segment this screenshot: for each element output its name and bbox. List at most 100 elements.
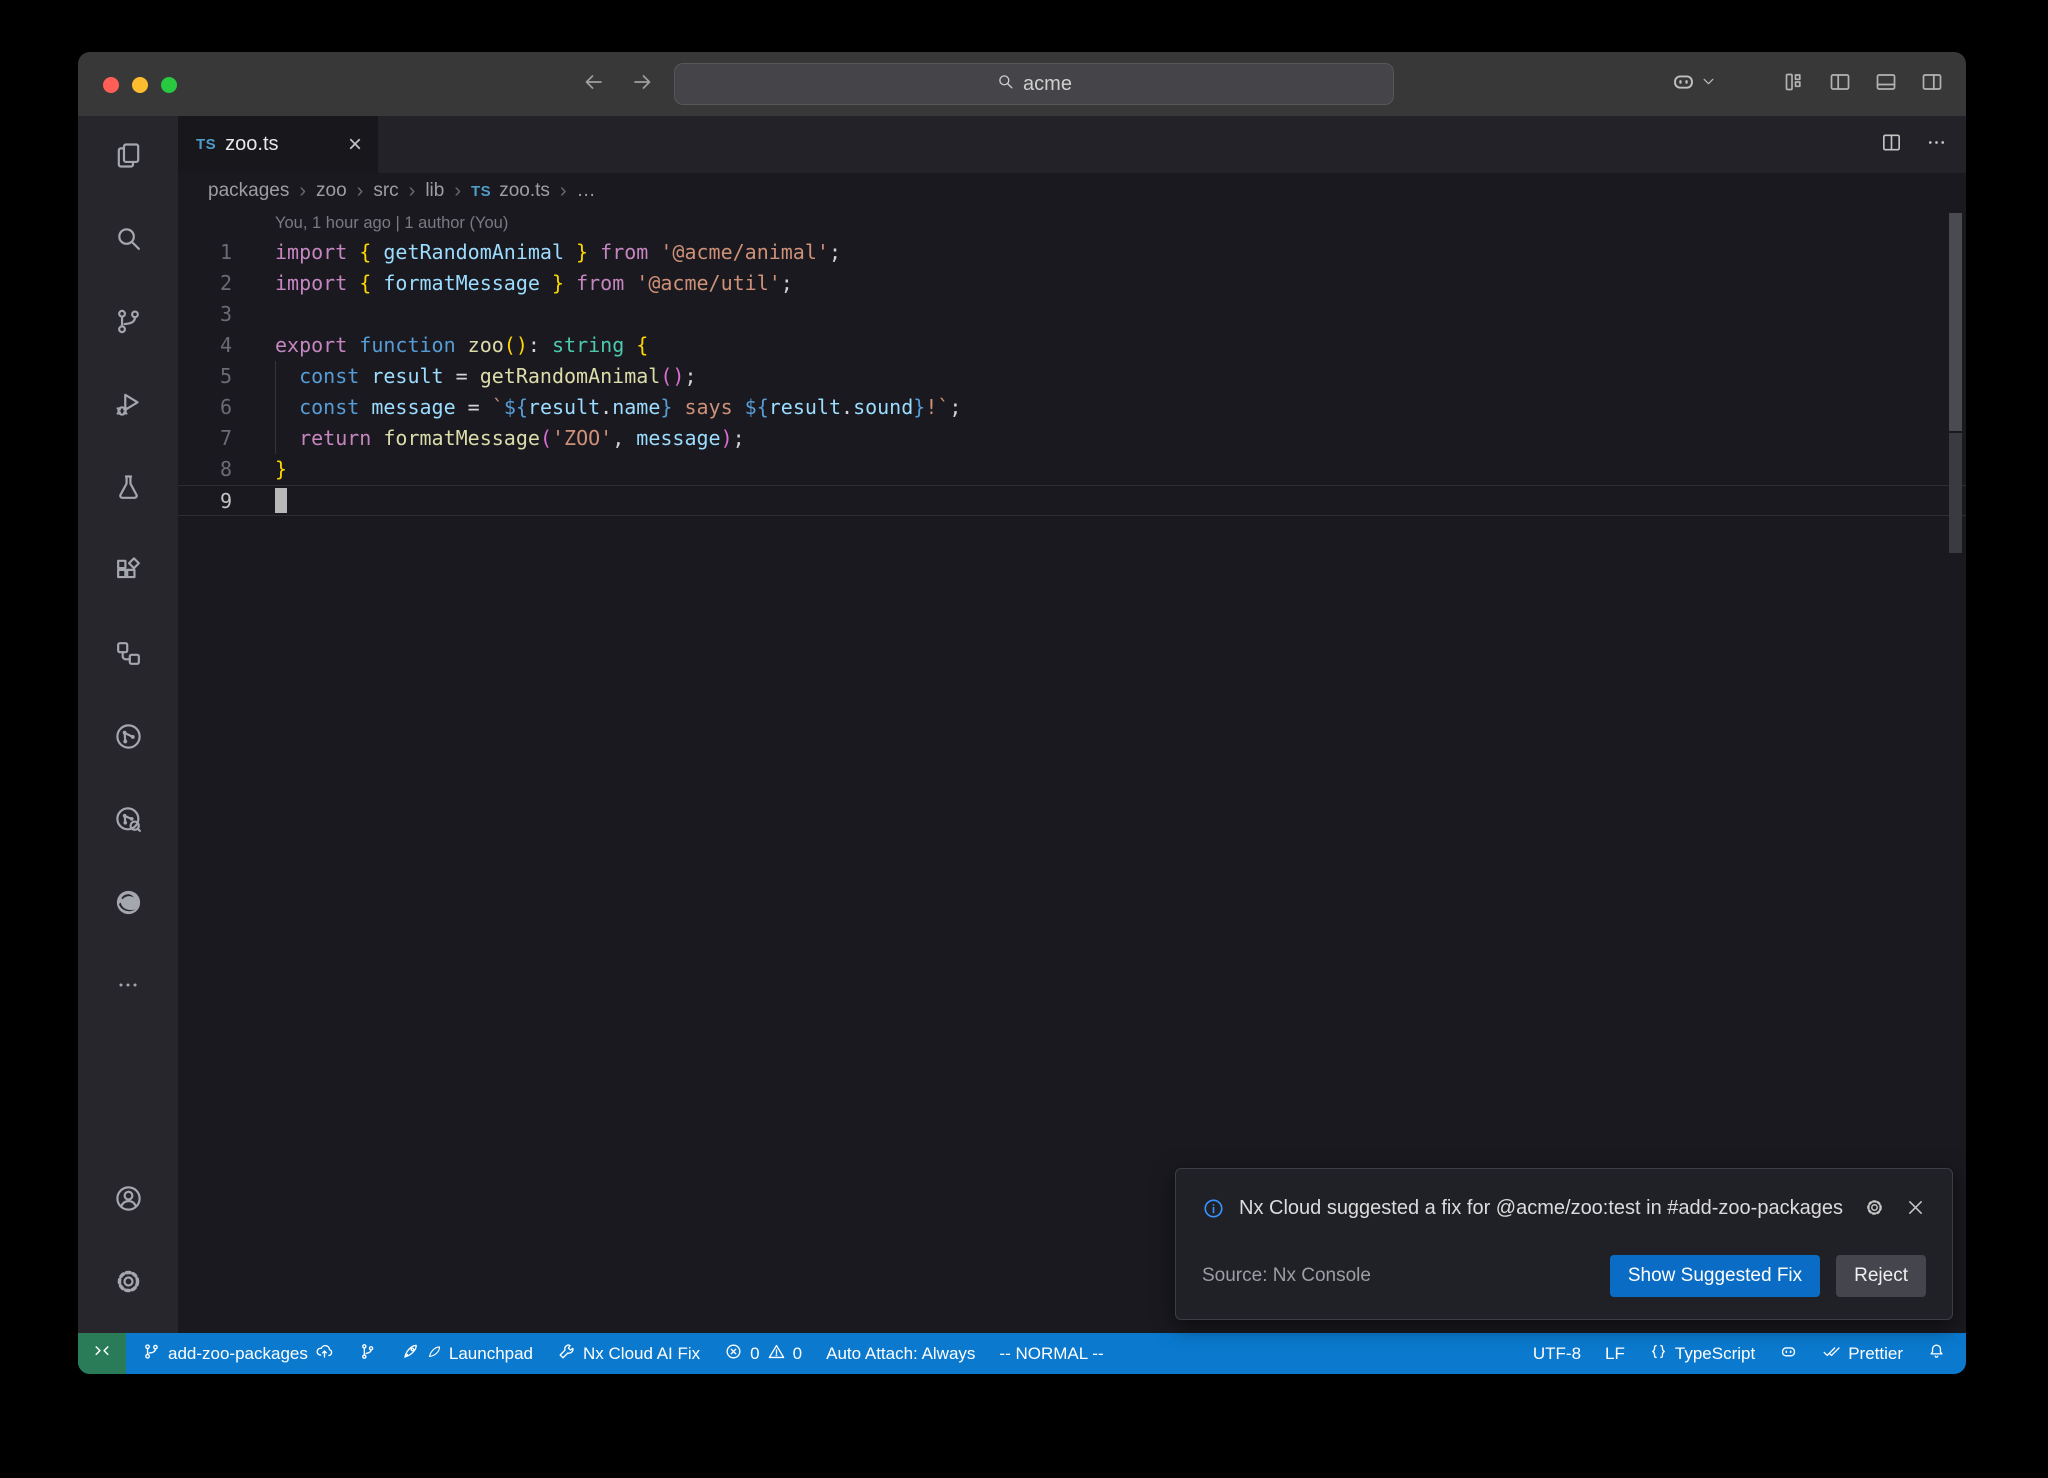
forward-icon[interactable] — [630, 70, 654, 99]
breadcrumb-separator-icon: › — [357, 180, 364, 203]
status-nx-cloud-ai-fix[interactable]: Nx Cloud AI Fix — [547, 1333, 710, 1374]
code-line-1[interactable]: 1import { getRandomAnimal } from '@acme/… — [178, 237, 1966, 268]
code-line-4[interactable]: 4export function zoo(): string { — [178, 330, 1966, 361]
titlebar: acme — [78, 52, 1966, 116]
status-git-branch-item[interactable]: add-zoo-packages — [132, 1333, 344, 1374]
copilot-menu[interactable] — [1670, 68, 1716, 100]
search-value: acme — [1023, 73, 1072, 96]
breadcrumb-file[interactable]: TSzoo.ts — [471, 180, 550, 202]
breadcrumb-item[interactable]: packages — [208, 180, 289, 202]
activity-bar-item-settings[interactable] — [78, 1242, 178, 1325]
show-suggested-fix-button[interactable]: Show Suggested Fix — [1610, 1255, 1820, 1297]
warning-icon — [767, 1342, 786, 1366]
activity-bar-item-nx-project-details[interactable] — [78, 780, 178, 863]
close-tab-icon[interactable]: × — [348, 133, 362, 157]
breadcrumb-item[interactable]: src — [373, 180, 398, 202]
activity-bar-item-extensions[interactable] — [78, 531, 178, 614]
line-number: 5 — [178, 361, 232, 392]
notification-settings-icon[interactable] — [1864, 1197, 1885, 1223]
cloud-upload-icon — [315, 1342, 334, 1366]
reject-button[interactable]: Reject — [1836, 1255, 1926, 1297]
double-check-icon — [1822, 1342, 1841, 1366]
activity-bar-item-source-control[interactable] — [78, 282, 178, 365]
breadcrumb-item[interactable]: lib — [425, 180, 444, 202]
close-window-button[interactable] — [103, 77, 119, 93]
chevron-down-icon — [1701, 74, 1716, 94]
files-icon — [113, 140, 144, 176]
status-vim-mode[interactable]: -- NORMAL -- — [989, 1333, 1113, 1374]
braces-icon — [1649, 1342, 1668, 1366]
account-icon — [113, 1183, 144, 1219]
status-copilot-status[interactable] — [1769, 1333, 1808, 1374]
git-graph-icon — [358, 1342, 377, 1366]
breadcrumb-more[interactable]: … — [577, 180, 596, 202]
notification-close-icon[interactable] — [1905, 1197, 1926, 1223]
status-encoding[interactable]: UTF-8 — [1523, 1333, 1591, 1374]
code-line-6[interactable]: 6 const message = `${result.name} says $… — [178, 392, 1966, 423]
line-number: 3 — [178, 299, 232, 330]
code-line-5[interactable]: 5 const result = getRandomAnimal(); — [178, 361, 1966, 392]
activity-bar-item-accounts[interactable] — [78, 1159, 178, 1242]
minimize-window-button[interactable] — [132, 77, 148, 93]
status-eol[interactable]: LF — [1595, 1333, 1635, 1374]
remote-window-icon — [92, 1341, 112, 1366]
status-language-mode[interactable]: TypeScript — [1639, 1333, 1765, 1374]
traffic-lights — [103, 77, 177, 93]
copilot-icon — [1779, 1342, 1798, 1366]
code-line-8[interactable]: 8} — [178, 454, 1966, 485]
activity-bar-item-edge-browser[interactable] — [78, 863, 178, 946]
activity-bar-item-nx-console[interactable] — [78, 697, 178, 780]
status-bar: add-zoo-packages LaunchpadNx Cloud AI Fix… — [78, 1333, 1966, 1374]
tab-zoo-ts[interactable]: TS zoo.ts × — [178, 116, 378, 173]
rocket-small-icon — [427, 1344, 442, 1364]
status-problems[interactable]: 00 — [714, 1333, 812, 1374]
bell-icon — [1927, 1342, 1946, 1366]
edge-icon — [113, 887, 144, 923]
command-center-search[interactable]: acme — [674, 63, 1394, 105]
code-line-2[interactable]: 2import { formatMessage } from '@acme/ut… — [178, 268, 1966, 299]
notification-toast: Nx Cloud suggested a fix for @acme/zoo:t… — [1175, 1168, 1953, 1320]
info-icon — [1202, 1193, 1225, 1225]
status-launchpad-item[interactable]: Launchpad — [391, 1333, 543, 1374]
tab-label: zoo.ts — [225, 133, 278, 156]
code-line-3[interactable]: 3 — [178, 299, 1966, 330]
nx-icon — [113, 721, 144, 757]
activity-bar-item-remote-explorer[interactable] — [78, 614, 178, 697]
toggle-secondary-sidebar-icon[interactable] — [1920, 70, 1944, 99]
toggle-sidebar-icon[interactable] — [1828, 70, 1852, 99]
breadcrumb: packages›zoo›src›lib›TSzoo.ts›… — [178, 173, 1966, 209]
activity-bar-item-search[interactable] — [78, 199, 178, 282]
status-auto-attach[interactable]: Auto Attach: Always — [816, 1333, 985, 1374]
remote-indicator[interactable] — [78, 1333, 126, 1374]
activity-bar-item-explorer[interactable] — [78, 116, 178, 199]
text-cursor — [275, 488, 287, 513]
search-icon — [996, 72, 1015, 97]
extensions-icon — [113, 555, 144, 591]
editor-scrollbar[interactable] — [1949, 213, 1962, 431]
breadcrumb-item[interactable]: zoo — [316, 180, 347, 202]
toggle-panel-icon[interactable] — [1874, 70, 1898, 99]
activity-bar-item-run-and-debug[interactable] — [78, 365, 178, 448]
code-editor[interactable]: You, 1 hour ago | 1 author (You) 1import… — [178, 209, 1966, 1333]
status-formatter-prettier[interactable]: Prettier — [1812, 1333, 1913, 1374]
more-actions-icon[interactable] — [1925, 131, 1948, 159]
status-notifications-bell[interactable] — [1917, 1333, 1956, 1374]
code-line-7[interactable]: 7 return formatMessage('ZOO', message); — [178, 423, 1966, 454]
typescript-file-icon: TS — [471, 183, 491, 200]
line-number: 6 — [178, 392, 232, 423]
beaker-icon — [113, 472, 144, 508]
notification-source: Source: Nx Console — [1202, 1265, 1371, 1287]
line-number: 9 — [178, 486, 232, 515]
breadcrumb-separator-icon: › — [454, 180, 461, 203]
customize-layout-icon[interactable] — [1782, 70, 1806, 99]
status-source-control-graph[interactable] — [348, 1333, 387, 1374]
code-line-9[interactable]: 9 — [178, 485, 1966, 516]
activity-bar-item-testing[interactable] — [78, 448, 178, 531]
debug-icon — [113, 389, 144, 425]
split-editor-icon[interactable] — [1880, 131, 1903, 159]
line-number: 2 — [178, 268, 232, 299]
zoom-window-button[interactable] — [161, 77, 177, 93]
activity-bar-item-more-views[interactable] — [78, 946, 178, 1029]
line-number: 1 — [178, 237, 232, 268]
back-icon[interactable] — [582, 70, 606, 99]
